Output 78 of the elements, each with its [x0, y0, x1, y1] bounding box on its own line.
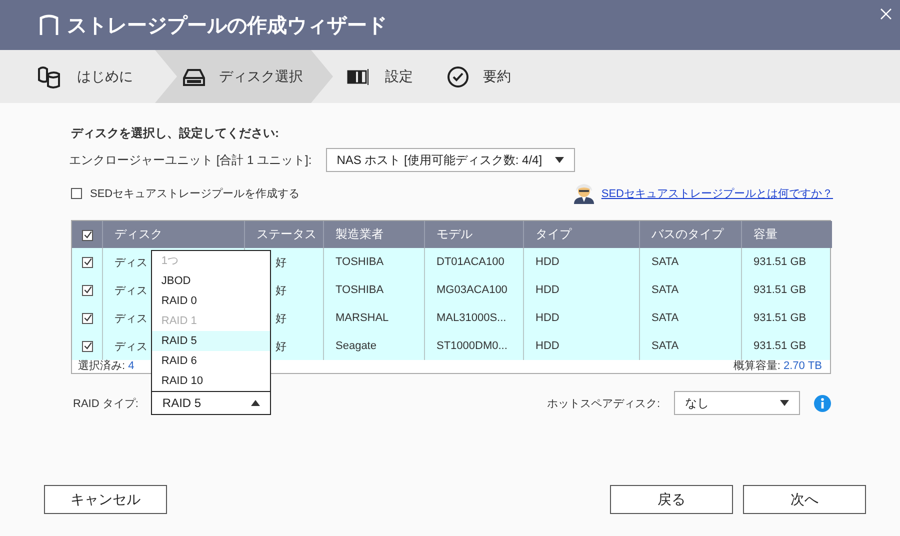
wizard-step[interactable]: 要約 — [435, 50, 533, 103]
enclosure-label: エンクロージャーユニット [合計 1 ユニット]: — [69, 152, 312, 168]
table-cell: ディス — [114, 284, 148, 296]
table-cell: HDD — [536, 284, 560, 296]
raid-type-label: RAID タイプ: — [73, 396, 138, 410]
table-cell: HDD — [536, 312, 560, 324]
table-cell: MARSHAL — [336, 312, 389, 324]
table-cell: 好 — [276, 256, 286, 268]
column-header[interactable]: 容量 — [741, 221, 832, 248]
dropdown-option[interactable]: JBOD — [152, 271, 270, 291]
column-header[interactable]: 製造業者 — [323, 221, 424, 248]
table-cell: ディス — [114, 340, 148, 352]
column-header[interactable]: バスのタイプ — [639, 221, 741, 248]
table-cell: ディス — [114, 312, 148, 324]
table-cell: 好 — [276, 340, 286, 352]
wizard-step[interactable]: はじめに — [25, 50, 155, 103]
table-cell: HDD — [536, 340, 560, 352]
hot-spare-dropdown[interactable]: なし — [674, 391, 800, 415]
table-cell: SATA — [652, 284, 679, 296]
row-checkbox[interactable] — [82, 312, 93, 324]
back-button[interactable]: 戻る — [610, 485, 733, 514]
enclosure-dropdown[interactable]: NAS ホスト [使用可能ディスク数: 4/4] — [326, 148, 575, 172]
table-cell: Seagate — [336, 340, 376, 352]
select-all-checkbox[interactable] — [82, 230, 93, 241]
column-header[interactable]: タイプ — [523, 221, 639, 248]
table-cell: MAL31000S... — [436, 312, 506, 324]
wizard-step[interactable]: 設定 — [333, 50, 435, 103]
capacity-value: 2.70 TB — [783, 360, 822, 372]
table-cell: 931.51 GB — [754, 284, 806, 296]
wizard-step[interactable]: ディスク選択 — [155, 50, 333, 103]
sed-checkbox[interactable] — [71, 188, 82, 198]
table-cell: MG03ACA100 — [436, 284, 508, 296]
dropdown-option[interactable]: RAID 10 — [152, 371, 270, 391]
cancel-button[interactable]: キャンセル — [44, 485, 167, 514]
dropdown-option[interactable]: RAID 0 — [152, 291, 270, 311]
table-cell: SATA — [652, 256, 679, 268]
checkbox-label: SEDセキュアストレージプールを作成する — [90, 186, 300, 200]
column-header[interactable]: ステータス — [244, 221, 323, 248]
table-cell: 好 — [276, 284, 286, 296]
selected-label: 選択済み: — [78, 360, 126, 372]
table-cell: DT01ACA100 — [436, 256, 504, 268]
instruction-text: ディスクを選択し、設定してください: — [71, 125, 280, 142]
person-icon — [572, 182, 596, 204]
table-cell: 931.51 GB — [754, 312, 806, 324]
hot-spare-label: ホットスペアディスク: — [546, 396, 660, 410]
caret-icon — [780, 400, 789, 406]
column-header[interactable]: モデル — [424, 221, 523, 248]
dropdown-option[interactable]: RAID 5 — [152, 331, 270, 351]
table-cell: TOSHIBA — [336, 284, 384, 296]
table-cell: ST1000DM0... — [436, 340, 508, 352]
database-icon — [37, 64, 63, 88]
column-header[interactable]: ディスク — [102, 221, 244, 248]
table-cell: SATA — [652, 312, 679, 324]
drive-icon — [183, 68, 205, 86]
bar-icon — [347, 68, 371, 84]
raid-type-dropdown[interactable]: RAID 5 — [151, 391, 272, 415]
row-checkbox[interactable] — [82, 256, 93, 268]
info-icon[interactable] — [814, 394, 831, 412]
caret-icon — [554, 157, 564, 163]
table-cell: 好 — [276, 312, 286, 324]
close-icon[interactable] — [880, 8, 892, 20]
dropdown-option[interactable]: RAID 6 — [152, 351, 270, 371]
table-cell: HDD — [536, 256, 560, 268]
caret-icon — [251, 400, 260, 406]
help-link[interactable]: SEDセキュアストレージプールとは何ですか？ — [601, 186, 833, 200]
capacity-label: 概算容量: — [733, 360, 782, 372]
table-cell: 931.51 GB — [754, 256, 806, 268]
table-cell: 931.51 GB — [754, 340, 806, 352]
row-checkbox[interactable] — [82, 340, 93, 352]
table-cell: SATA — [652, 340, 679, 352]
table-cell: TOSHIBA — [336, 256, 384, 268]
row-checkbox[interactable] — [82, 284, 93, 296]
table-cell: ディス — [114, 256, 148, 268]
next-button[interactable]: 次へ — [743, 485, 866, 514]
check-circle-icon — [447, 66, 469, 88]
window-title: ストレージプールの作成ウィザード — [67, 14, 387, 38]
storage-icon — [39, 14, 59, 36]
selected-count: 4 — [128, 360, 134, 372]
